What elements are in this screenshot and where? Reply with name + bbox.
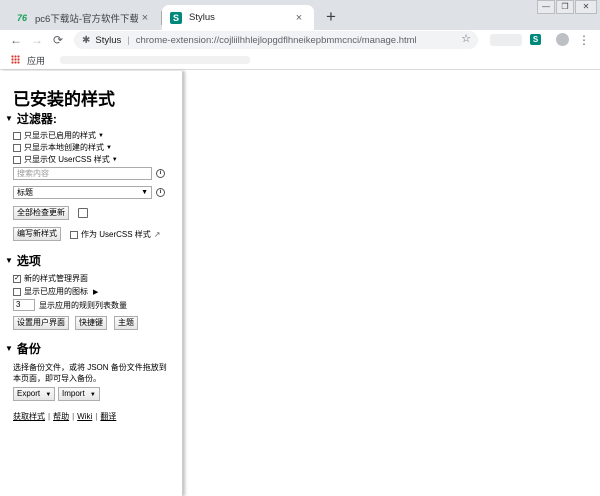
- export-button[interactable]: Export ▼: [13, 387, 56, 401]
- footer-links: 获取样式 | 帮助 | Wiki | 翻译: [13, 411, 116, 422]
- checkbox[interactable]: [13, 155, 21, 164]
- tab-title: Stylus: [189, 12, 215, 23]
- import-label: Import: [62, 389, 85, 398]
- close-tab-icon[interactable]: ×: [138, 12, 152, 24]
- filter-label: 只显示已启用的样式: [24, 131, 96, 140]
- link-separator: |: [72, 412, 75, 421]
- apps-grid-icon[interactable]: [11, 55, 20, 64]
- options-heading-label: 选项: [16, 254, 41, 268]
- page-title: 已安装的样式: [13, 90, 115, 109]
- filter-usercss-only[interactable]: 只显示仅 UserCSS 样式 ▼: [13, 154, 118, 165]
- check-all-updates-button[interactable]: 全部检查更新: [13, 206, 69, 220]
- targets-label: 显示应用的规则列表数量: [39, 300, 127, 310]
- expand-triangle-icon: ▼: [5, 344, 13, 353]
- browser-toolbar: ← → ⟳ ✱ Stylus | chrome-extension://cojl…: [0, 30, 600, 50]
- new-ui-option[interactable]: ✓ 新的样式管理界面: [13, 273, 88, 284]
- search-input[interactable]: 搜索内容: [13, 167, 152, 180]
- targets-number-input[interactable]: 3: [13, 299, 35, 311]
- as-usercss-label: 作为 UserCSS 样式: [81, 230, 151, 239]
- show-icons-option[interactable]: 显示已应用的图标 ▶: [13, 286, 98, 297]
- new-tab-button[interactable]: +: [321, 7, 341, 27]
- sort-select-value: 标题: [17, 188, 33, 197]
- expand-triangle-icon: ▼: [5, 114, 13, 123]
- write-new-style-button[interactable]: 编写新样式: [13, 227, 61, 241]
- tab-title: pc6下载站-官方软件下载基地-言: [35, 13, 138, 25]
- blurred-bookmarks: [60, 56, 250, 64]
- dropdown-caret-icon: ▼: [89, 392, 96, 398]
- expand-triangle-icon: ▼: [5, 256, 13, 265]
- tab-stylus[interactable]: S Stylus ×: [162, 5, 314, 30]
- checkbox[interactable]: [13, 143, 21, 152]
- dropdown-caret-icon[interactable]: ▼: [98, 133, 104, 139]
- stylus-extension-icon[interactable]: S: [530, 34, 541, 45]
- checkbox-checked[interactable]: ✓: [13, 274, 21, 283]
- export-label: Export: [17, 389, 41, 398]
- hotkeys-button[interactable]: 快捷键: [75, 316, 107, 330]
- dropdown-caret-icon[interactable]: ▼: [106, 145, 112, 151]
- backup-heading-label: 备份: [16, 342, 41, 356]
- options-heading[interactable]: ▼ 选项: [5, 252, 41, 269]
- external-link-icon[interactable]: ↗: [154, 230, 161, 239]
- translate-link[interactable]: 翻译: [100, 412, 116, 421]
- dropdown-caret-icon: ▼: [45, 392, 52, 398]
- chevron-down-icon: ▼: [141, 189, 148, 196]
- back-icon[interactable]: ←: [8, 32, 24, 48]
- profile-avatar-icon[interactable]: [556, 33, 569, 46]
- backup-heading[interactable]: ▼ 备份: [5, 340, 41, 357]
- checkbox[interactable]: [13, 287, 21, 296]
- pc6-favicon-icon: 76: [16, 12, 27, 23]
- style-list-area: [184, 71, 600, 496]
- blurred-extension: [490, 34, 522, 46]
- update-options-icon[interactable]: [78, 208, 88, 218]
- restore-icon[interactable]: ❐: [556, 0, 574, 14]
- filter-label: 只显示仅 UserCSS 样式: [24, 155, 110, 164]
- checkbox[interactable]: [13, 131, 21, 140]
- filter-label: 只显示本地创建的样式: [24, 143, 104, 152]
- address-origin: Stylus: [95, 34, 122, 46]
- wiki-link[interactable]: Wiki: [77, 412, 92, 421]
- reload-icon[interactable]: ⟳: [50, 32, 66, 48]
- filter-local-only[interactable]: 只显示本地创建的样式 ▼: [13, 142, 112, 153]
- expand-arrow-icon[interactable]: ▶: [93, 288, 98, 296]
- sort-select[interactable]: 标题 ▼: [13, 186, 152, 199]
- tab-strip: 76 pc6下载站-官方软件下载基地-言 × S Stylus × + — ❐ …: [0, 0, 600, 30]
- address-bar[interactable]: ✱ Stylus | chrome-extension://cojliilhhl…: [74, 31, 478, 49]
- stylus-favicon-icon: S: [170, 11, 182, 24]
- link-separator: |: [95, 412, 98, 421]
- close-window-icon[interactable]: ✕: [575, 0, 597, 14]
- theme-button[interactable]: 主题: [114, 316, 138, 330]
- get-styles-link[interactable]: 获取样式: [13, 412, 45, 421]
- filters-heading[interactable]: ▼ 过滤器:: [5, 110, 57, 127]
- info-icon[interactable]: i: [156, 169, 165, 178]
- import-button[interactable]: Import ▼: [58, 387, 100, 401]
- filters-heading-label: 过滤器:: [16, 112, 57, 126]
- targets-option[interactable]: 3 显示应用的规则列表数量: [13, 299, 127, 311]
- checkbox[interactable]: [70, 230, 78, 239]
- close-tab-icon[interactable]: ×: [292, 12, 306, 24]
- info-icon[interactable]: i: [156, 188, 165, 197]
- address-url: chrome-extension://cojliilhhlejlopgdflhn…: [135, 34, 417, 46]
- backup-description: 选择备份文件，或将 JSON 备份文件拖放到本页面，即可导入备份。: [13, 363, 167, 383]
- extension-puzzle-icon: ✱: [82, 34, 91, 46]
- filter-enabled-only[interactable]: 只显示已启用的样式 ▼: [13, 130, 104, 141]
- help-link[interactable]: 帮助: [53, 412, 69, 421]
- forward-icon[interactable]: →: [29, 32, 45, 48]
- as-usercss-option[interactable]: 作为 UserCSS 样式 ↗: [70, 229, 161, 240]
- new-ui-label: 新的样式管理界面: [24, 274, 88, 283]
- bookmarks-bar: 应用: [0, 50, 600, 70]
- tab-pc6[interactable]: 76 pc6下载站-官方软件下载基地-言 ×: [8, 5, 160, 30]
- show-icons-label: 显示已应用的图标: [24, 287, 88, 296]
- minimize-icon[interactable]: —: [537, 0, 555, 14]
- config-ui-button[interactable]: 设置用户界面: [13, 316, 69, 330]
- address-divider: |: [127, 34, 130, 46]
- dropdown-caret-icon[interactable]: ▼: [112, 157, 118, 163]
- link-separator: |: [48, 412, 51, 421]
- menu-dots-icon[interactable]: ⋮: [578, 32, 590, 48]
- apps-label[interactable]: 应用: [27, 54, 45, 67]
- bookmark-star-icon[interactable]: ☆: [461, 32, 471, 45]
